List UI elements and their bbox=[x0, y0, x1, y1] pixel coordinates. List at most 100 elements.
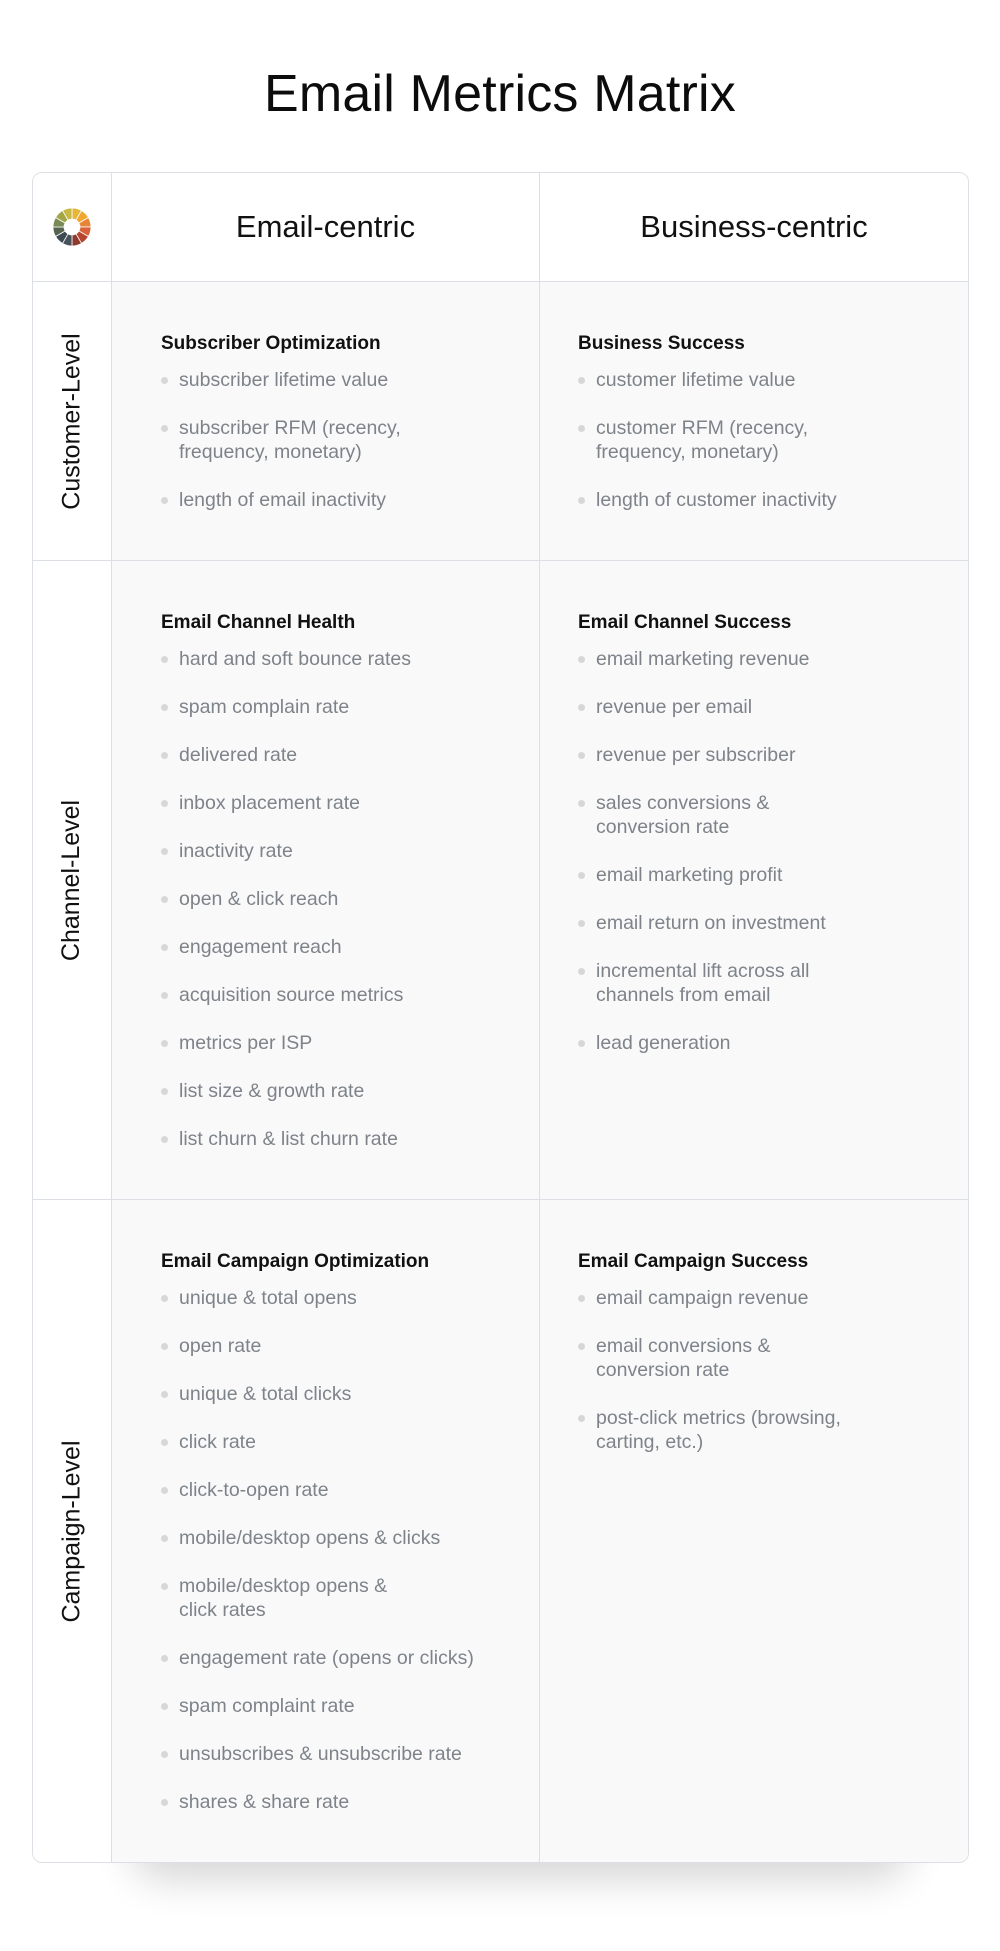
metric-list-item: email marketing revenue bbox=[578, 647, 948, 671]
bullet-icon bbox=[161, 497, 168, 504]
metric-text: mobile/desktop opens & click rates bbox=[179, 1575, 388, 1621]
metric-list-item: unique & total opens bbox=[161, 1286, 519, 1310]
bullet-icon bbox=[578, 800, 585, 807]
metric-list-item: customer RFM (recency, frequency, moneta… bbox=[578, 416, 948, 464]
metric-text: customer RFM (recency, frequency, moneta… bbox=[596, 417, 809, 463]
bullet-icon bbox=[161, 1136, 168, 1143]
bullet-icon bbox=[161, 1439, 168, 1446]
matrix-cell: Email Campaign Optimization unique & tota… bbox=[112, 1200, 540, 1862]
bullet-icon bbox=[578, 920, 585, 927]
page-title: Email Metrics Matrix bbox=[263, 65, 737, 123]
color-wheel-logo-icon bbox=[52, 207, 92, 247]
bullet-icon bbox=[161, 752, 168, 759]
metric-text: inbox placement rate bbox=[179, 792, 361, 814]
metric-list-item: length of customer inactivity bbox=[578, 488, 948, 512]
bullet-icon bbox=[578, 656, 585, 663]
row-label-text: Campaign-Level bbox=[57, 1439, 86, 1623]
metric-text: unique & total clicks bbox=[179, 1383, 352, 1405]
metric-list-item: email campaign revenue bbox=[578, 1286, 948, 1310]
bullet-icon bbox=[161, 800, 168, 807]
bullet-icon bbox=[161, 1391, 168, 1398]
metric-list-item: click-to-open rate bbox=[161, 1478, 519, 1502]
bullet-icon bbox=[161, 704, 168, 711]
metric-list: subscriber lifetime value subscriber RFM … bbox=[161, 368, 519, 512]
matrix-cell: Subscriber Optimization subscriber lifeti… bbox=[112, 282, 540, 561]
metric-list-item: delivered rate bbox=[161, 743, 519, 767]
metric-list-item: metrics per ISP bbox=[161, 1031, 519, 1055]
bullet-icon bbox=[578, 968, 585, 975]
bullet-icon bbox=[161, 1487, 168, 1494]
matrix-cell: Business Success customer lifetime value c… bbox=[540, 282, 968, 561]
metric-list-item: unique & total clicks bbox=[161, 1382, 519, 1406]
metric-text: email return on investment bbox=[596, 912, 826, 934]
metric-list-item: open & click reach bbox=[161, 887, 519, 911]
metric-list-item: email marketing profit bbox=[578, 863, 948, 887]
metric-text: mobile/desktop opens & clicks bbox=[179, 1527, 441, 1549]
metric-list-item: inbox placement rate bbox=[161, 791, 519, 815]
metric-text: list churn & list churn rate bbox=[179, 1128, 398, 1150]
metric-list-item: spam complaint rate bbox=[161, 1694, 519, 1718]
metric-list-item: spam complain rate bbox=[161, 695, 519, 719]
cell-title: Subscriber Optimization bbox=[161, 333, 381, 354]
metric-text: unsubscribes & unsubscribe rate bbox=[179, 1743, 462, 1765]
metric-text: post-click metrics (browsing, carting, e… bbox=[596, 1407, 841, 1453]
metric-list-item: engagement rate (opens or clicks) bbox=[161, 1646, 519, 1670]
metric-list-item: post-click metrics (browsing, carting, e… bbox=[578, 1406, 948, 1454]
metric-list-item: revenue per email bbox=[578, 695, 948, 719]
metric-text: length of customer inactivity bbox=[596, 489, 837, 511]
bullet-icon bbox=[161, 1799, 168, 1806]
metric-text: shares & share rate bbox=[179, 1791, 350, 1813]
bullet-icon bbox=[578, 704, 585, 711]
row-label-channel-level: Channel-Level bbox=[33, 561, 112, 1200]
metric-list-item: lead generation bbox=[578, 1031, 948, 1055]
metric-list: unique & total opens open rate unique & to… bbox=[161, 1286, 519, 1814]
bullet-icon bbox=[578, 1415, 585, 1422]
metric-text: acquisition source metrics bbox=[179, 984, 404, 1006]
logo-cell bbox=[33, 173, 112, 282]
metric-list: hard and soft bounce rates spam complain … bbox=[161, 647, 519, 1151]
row-label-text: Channel-Level bbox=[57, 799, 86, 961]
bullet-icon bbox=[161, 656, 168, 663]
metric-text: spam complaint rate bbox=[179, 1695, 355, 1717]
metric-text: email marketing revenue bbox=[596, 648, 810, 670]
metric-list-item: engagement reach bbox=[161, 935, 519, 959]
metric-list-item: email return on investment bbox=[578, 911, 948, 935]
metric-text: unique & total opens bbox=[179, 1287, 357, 1309]
cell-title: Business Success bbox=[578, 333, 745, 354]
cell-title: Email Campaign Success bbox=[578, 1251, 809, 1272]
metric-text: spam complain rate bbox=[179, 696, 350, 718]
metric-text: engagement rate (opens or clicks) bbox=[179, 1647, 474, 1669]
metric-list-item: unsubscribes & unsubscribe rate bbox=[161, 1742, 519, 1766]
metric-list-item: incremental lift across all channels fro… bbox=[578, 959, 948, 1007]
bullet-icon bbox=[578, 872, 585, 879]
metric-text: lead generation bbox=[596, 1032, 731, 1054]
metric-text: email campaign revenue bbox=[596, 1287, 809, 1309]
metric-list: email marketing revenue revenue per email… bbox=[578, 647, 948, 1055]
bullet-icon bbox=[578, 1040, 585, 1047]
bullet-icon bbox=[578, 425, 585, 432]
metric-text: metrics per ISP bbox=[179, 1032, 313, 1054]
metric-text: incremental lift across all channels fro… bbox=[596, 960, 810, 1006]
metric-text: sales conversions & conversion rate bbox=[596, 792, 770, 838]
metric-list: email campaign revenue email conversions … bbox=[578, 1286, 948, 1454]
bullet-icon bbox=[161, 1295, 168, 1302]
bullet-icon bbox=[161, 1583, 168, 1590]
bullet-icon bbox=[161, 1655, 168, 1662]
matrix-cell: Email Channel Health hard and soft bounce… bbox=[112, 561, 540, 1200]
metric-text: email marketing profit bbox=[596, 864, 783, 886]
bullet-icon bbox=[161, 1751, 168, 1758]
cell-title: Email Campaign Optimization bbox=[161, 1251, 430, 1272]
metric-list-item: hard and soft bounce rates bbox=[161, 647, 519, 671]
metric-text: list size & growth rate bbox=[179, 1080, 365, 1102]
metric-list-item: length of email inactivity bbox=[161, 488, 519, 512]
column-header-label: Email-centric bbox=[235, 209, 416, 244]
metric-text: open rate bbox=[179, 1335, 262, 1357]
metric-list-item: sales conversions & conversion rate bbox=[578, 791, 948, 839]
metric-text: email conversions & conversion rate bbox=[596, 1335, 771, 1381]
metric-text: delivered rate bbox=[179, 744, 298, 766]
metric-text: revenue per subscriber bbox=[596, 744, 796, 766]
metric-list: customer lifetime value customer RFM (rec… bbox=[578, 368, 948, 512]
metric-text: customer lifetime value bbox=[596, 369, 796, 391]
row-label-campaign-level: Campaign-Level bbox=[33, 1200, 112, 1862]
metric-list-item: list size & growth rate bbox=[161, 1079, 519, 1103]
